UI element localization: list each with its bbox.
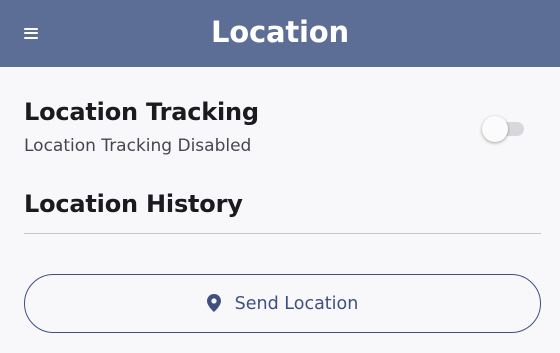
- location-tracking-title: Location Tracking: [24, 98, 259, 126]
- location-tracking-toggle[interactable]: [480, 114, 526, 142]
- app-screen: Location Location Tracking Location Trac…: [0, 0, 560, 353]
- location-history-title: Location History: [24, 190, 243, 218]
- location-tracking-status: Location Tracking Disabled: [24, 136, 252, 156]
- page-title: Location: [211, 15, 349, 49]
- app-bar: Location: [0, 0, 560, 67]
- toggle-thumb: [482, 116, 508, 142]
- send-location-button[interactable]: Send Location: [24, 274, 541, 333]
- divider: [24, 233, 541, 234]
- location-pin-icon: [206, 293, 221, 312]
- send-location-label: Send Location: [234, 293, 359, 314]
